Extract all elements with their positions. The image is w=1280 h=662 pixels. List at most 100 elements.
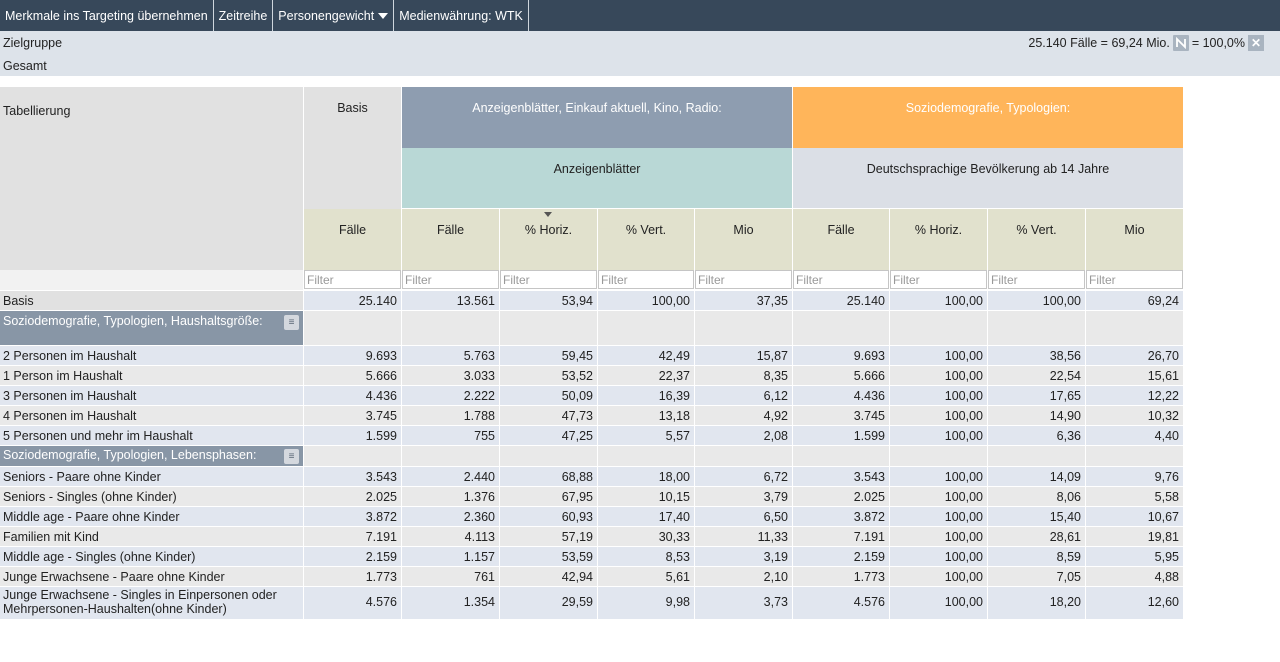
table-cell: 5,61 <box>598 567 694 586</box>
collapse-group-icon[interactable]: ≡ <box>284 315 299 330</box>
table-cell: 1.599 <box>304 426 401 445</box>
group-spacer-cell <box>793 311 889 345</box>
table-cell: 2.025 <box>793 487 889 506</box>
table-cell: 3.033 <box>402 366 499 385</box>
column-filter-input[interactable] <box>500 270 597 289</box>
table-cell: 30,33 <box>598 527 694 546</box>
column-header[interactable]: Fälle <box>793 209 889 270</box>
table-cell: 59,45 <box>500 346 597 365</box>
row-label: 2 Personen im Haushalt <box>0 346 303 365</box>
table-cell: 2.222 <box>402 386 499 405</box>
table-cell: 15,61 <box>1086 366 1183 385</box>
group-spacer-cell <box>890 311 987 345</box>
toggle-icon[interactable] <box>1172 35 1189 51</box>
row-label: 1 Person im Haushalt <box>0 366 303 385</box>
table-cell: 5,58 <box>1086 487 1183 506</box>
column-filter-input[interactable] <box>988 270 1085 289</box>
sort-desc-icon <box>544 212 552 217</box>
table-cell: 100,00 <box>890 527 987 546</box>
toolbar-targeting-button[interactable]: Merkmale ins Targeting übernehmen <box>0 0 214 31</box>
table-cell: 14,90 <box>988 406 1085 425</box>
table-cell: 4.576 <box>793 587 889 619</box>
table-cell: 100,00 <box>890 487 987 506</box>
table-cell: 1.773 <box>304 567 401 586</box>
toolbar-medienwaehrung-button[interactable]: Medienwährung: WTK <box>394 0 529 31</box>
table-cell: 8,35 <box>695 366 792 385</box>
zielgruppe-summary: 25.140 Fälle = 69,24 Mio. = 100,0% ✕ <box>1028 35 1264 51</box>
column-header[interactable]: % Horiz. <box>890 209 987 270</box>
row-label: Basis <box>0 291 303 310</box>
corner-label: Tabellierung <box>3 104 71 118</box>
group-header-row: Soziodemografie, Typologien, Haushaltsgr… <box>0 311 303 345</box>
column-filter-input[interactable] <box>402 270 499 289</box>
table-cell: 5,57 <box>598 426 694 445</box>
table-cell: 3.745 <box>304 406 401 425</box>
column-filter-input[interactable] <box>793 270 889 289</box>
table-cell: 2,08 <box>695 426 792 445</box>
table-cell: 3,79 <box>695 487 792 506</box>
close-icon[interactable]: ✕ <box>1248 35 1264 51</box>
table-cell: 47,25 <box>500 426 597 445</box>
column-filter-input[interactable] <box>1086 270 1183 289</box>
table-cell: 13,18 <box>598 406 694 425</box>
table-cell: 69,24 <box>1086 291 1183 310</box>
table-cell: 100,00 <box>890 291 987 310</box>
table-cell: 60,93 <box>500 507 597 526</box>
table-cell: 19,81 <box>1086 527 1183 546</box>
group-spacer-cell <box>988 446 1085 466</box>
column-header[interactable]: Mio <box>1086 209 1183 270</box>
column-header[interactable]: % Vert. <box>988 209 1085 270</box>
column-filter-input[interactable] <box>695 270 792 289</box>
table-cell: 100,00 <box>598 291 694 310</box>
collapse-group-icon[interactable]: ≡ <box>284 449 299 464</box>
column-header-label: % Horiz. <box>914 223 963 237</box>
column-header-label: Mio <box>733 223 754 237</box>
table-cell: 100,00 <box>890 587 987 619</box>
column-filter-input[interactable] <box>890 270 987 289</box>
table-cell: 15,87 <box>695 346 792 365</box>
table-cell: 3.543 <box>793 467 889 486</box>
table-cell: 11,33 <box>695 527 792 546</box>
row-label: 3 Personen im Haushalt <box>0 386 303 405</box>
toolbar-personengewicht-dropdown[interactable]: Personengewicht <box>273 0 395 31</box>
table-cell: 100,00 <box>890 467 987 486</box>
table-cell: 100,00 <box>890 406 987 425</box>
table-cell: 42,49 <box>598 346 694 365</box>
group-spacer-cell <box>598 311 694 345</box>
column-header-label: Mio <box>1124 223 1145 237</box>
column-header[interactable]: % Horiz. <box>500 209 597 270</box>
table-cell: 10,67 <box>1086 507 1183 526</box>
table-cell: 2.025 <box>304 487 401 506</box>
column-header[interactable]: % Vert. <box>598 209 694 270</box>
group-spacer-cell <box>695 446 792 466</box>
table-cell: 1.599 <box>793 426 889 445</box>
table-cell: 42,94 <box>500 567 597 586</box>
table-cell: 100,00 <box>890 386 987 405</box>
toolbar-zeitreihe-button[interactable]: Zeitreihe <box>214 0 274 31</box>
column-header[interactable]: Mio <box>695 209 792 270</box>
table-cell: 10,15 <box>598 487 694 506</box>
table-cell: 28,61 <box>988 527 1085 546</box>
table-cell: 57,19 <box>500 527 597 546</box>
table-cell: 9.693 <box>304 346 401 365</box>
column-filter-input[interactable] <box>598 270 694 289</box>
table-cell: 7,05 <box>988 567 1085 586</box>
column-filter-input[interactable] <box>304 270 401 289</box>
table-cell: 53,59 <box>500 547 597 566</box>
zielgruppe-summary-text: 25.140 Fälle = 69,24 Mio. <box>1028 36 1170 50</box>
row-label: 4 Personen im Haushalt <box>0 406 303 425</box>
column-header-label: % Horiz. <box>524 223 573 237</box>
column-header[interactable]: Fälle <box>304 209 401 270</box>
table-cell: 1.376 <box>402 487 499 506</box>
table-cell: 67,95 <box>500 487 597 506</box>
group-title: Soziodemografie, Typologien, Lebensphase… <box>3 448 257 462</box>
column-header[interactable]: Fälle <box>402 209 499 270</box>
filter-row-spacer <box>0 270 303 290</box>
table-cell: 17,40 <box>598 507 694 526</box>
table-cell: 5.666 <box>793 366 889 385</box>
table-cell: 12,22 <box>1086 386 1183 405</box>
table-cell: 6,12 <box>695 386 792 405</box>
group-header-row: Soziodemografie, Typologien, Lebensphase… <box>0 446 303 466</box>
table-cell: 4.576 <box>304 587 401 619</box>
group1-header: Anzeigenblätter, Einkauf aktuell, Kino, … <box>402 87 792 148</box>
